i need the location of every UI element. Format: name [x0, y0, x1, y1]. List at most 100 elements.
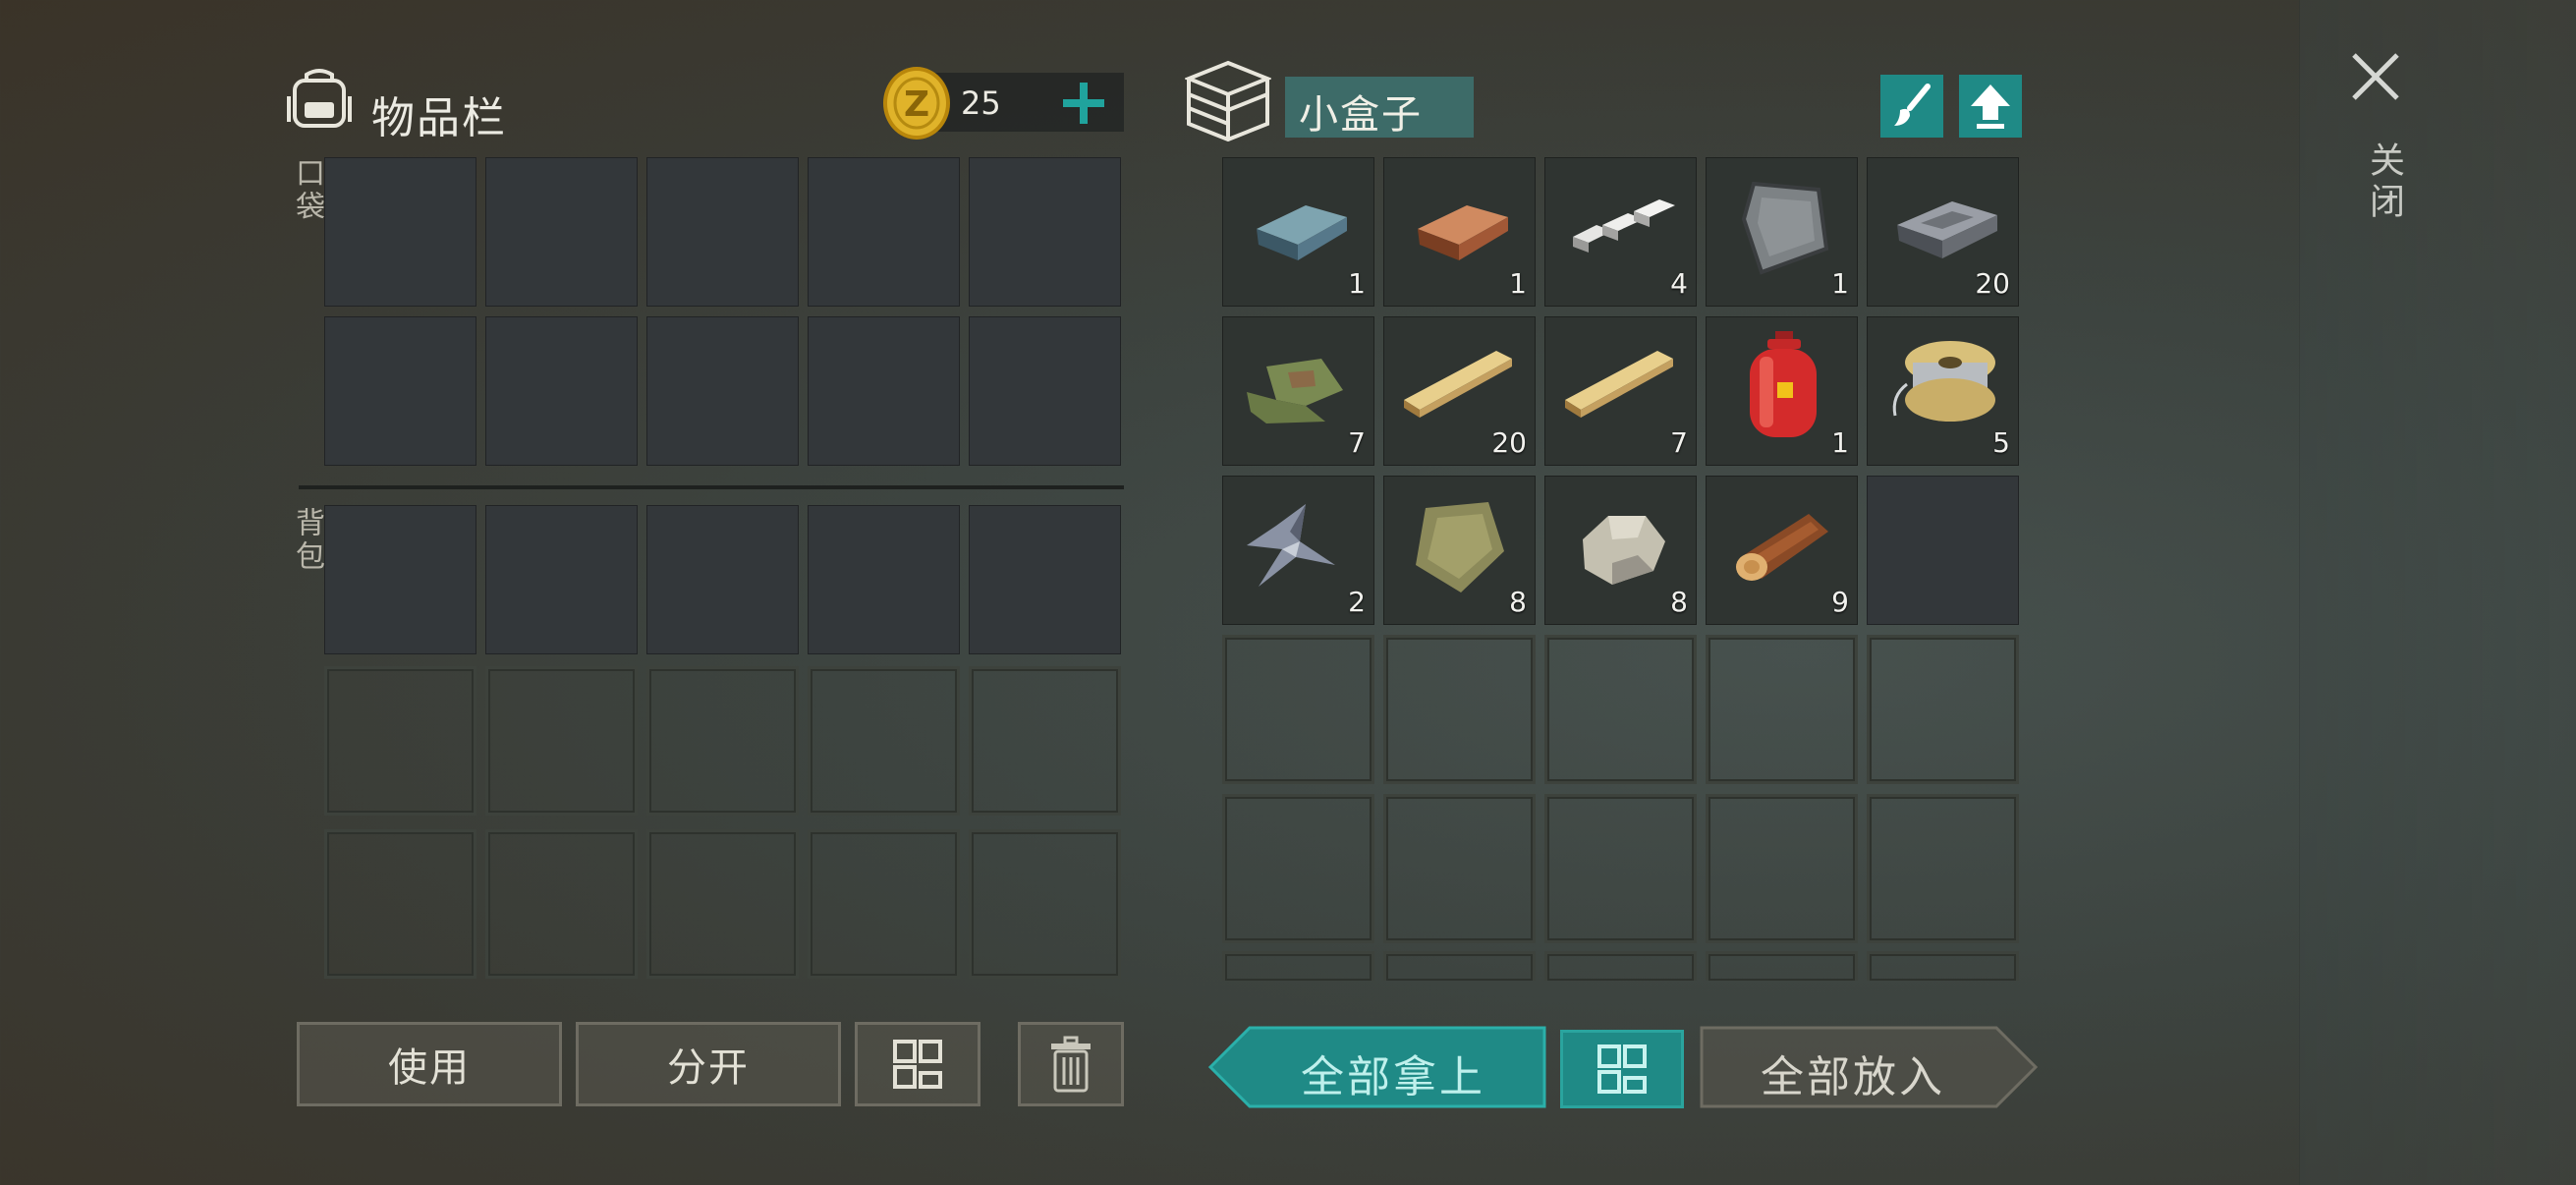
container-sort-button[interactable] — [1560, 1030, 1684, 1108]
pocket-slot[interactable] — [324, 157, 476, 307]
item-count: 7 — [1348, 426, 1366, 459]
locked-slot — [808, 829, 960, 979]
item-slot[interactable] — [1867, 476, 2019, 625]
pocket-slot[interactable] — [808, 316, 960, 466]
item-slot[interactable]: 1 — [1383, 157, 1536, 307]
pocket-slot[interactable] — [324, 316, 476, 466]
locked-slot — [969, 666, 1121, 816]
container-slot[interactable] — [1383, 794, 1536, 943]
item-count: 1 — [1509, 267, 1527, 300]
backpack-label: 背包 — [290, 507, 324, 574]
item-count: 7 — [1670, 426, 1688, 459]
trash-button[interactable] — [1018, 1022, 1124, 1106]
item-count: 8 — [1509, 586, 1527, 618]
container-slot[interactable] — [1544, 794, 1697, 943]
pocket-slot[interactable] — [485, 316, 638, 466]
grid-sort-icon — [1597, 1044, 1647, 1094]
close-label: 关闭 — [2364, 141, 2404, 224]
locked-slot — [324, 829, 476, 979]
container-slot[interactable] — [1383, 951, 1536, 981]
log-icon — [1736, 514, 1828, 581]
paint-button[interactable] — [1880, 75, 1943, 138]
item-count: 9 — [1831, 586, 1849, 618]
pocket-slot[interactable] — [969, 316, 1121, 466]
stone-icon — [1583, 516, 1665, 585]
item-slot[interactable]: 7 — [1222, 316, 1374, 466]
container-slot[interactable] — [1544, 635, 1697, 784]
pocket-slot[interactable] — [969, 157, 1121, 307]
container-slot[interactable] — [1222, 951, 1374, 981]
wood-plank-icon — [1565, 351, 1673, 418]
item-count: 1 — [1831, 426, 1849, 459]
container-slot[interactable] — [1867, 794, 2019, 943]
container-slot[interactable] — [1706, 794, 1858, 943]
item-count: 20 — [1491, 426, 1527, 459]
item-count: 20 — [1975, 267, 2010, 300]
copper-ingot-icon — [1418, 205, 1508, 260]
sort-button[interactable] — [855, 1022, 980, 1106]
container-slot[interactable] — [1706, 635, 1858, 784]
backpack-icon — [285, 67, 354, 130]
take-all-button[interactable]: 全部拿上 — [1206, 1026, 1548, 1108]
container-slot[interactable] — [1222, 794, 1374, 943]
tarp-cloth-icon — [1247, 359, 1343, 423]
container-slot[interactable] — [1544, 951, 1697, 981]
locked-slot — [808, 666, 960, 816]
item-slot[interactable]: 7 — [1544, 316, 1697, 466]
item-slot[interactable]: 1 — [1706, 316, 1858, 466]
container-slot[interactable] — [1867, 635, 2019, 784]
grid-sort-icon — [893, 1040, 942, 1089]
svg-text:Z: Z — [904, 85, 929, 125]
backpack-slot[interactable] — [808, 505, 960, 654]
put-all-label: 全部放入 — [1761, 1052, 1945, 1102]
metal-plate-icon — [1741, 181, 1829, 275]
backpack-slot[interactable] — [646, 505, 799, 654]
locked-slot — [485, 666, 638, 816]
item-count: 2 — [1348, 586, 1366, 618]
pocket-slot[interactable] — [646, 157, 799, 307]
item-slot[interactable]: 20 — [1383, 316, 1536, 466]
container-name-field[interactable]: 小盒子 — [1285, 77, 1474, 138]
backpack-slot[interactable] — [485, 505, 638, 654]
pocket-slot[interactable] — [808, 157, 960, 307]
side-panel — [2299, 0, 2576, 1185]
steel-ingot-icon — [1257, 205, 1347, 260]
close-button[interactable]: 关闭 — [2342, 49, 2411, 236]
item-slot[interactable]: 8 — [1383, 476, 1536, 625]
container-slot[interactable] — [1383, 635, 1536, 784]
aluminum-bars-icon — [1573, 199, 1675, 253]
item-slot[interactable]: 1 — [1706, 157, 1858, 307]
item-count: 1 — [1831, 267, 1849, 300]
pocket-slot[interactable] — [646, 316, 799, 466]
pocket-slot[interactable] — [485, 157, 638, 307]
item-slot[interactable]: 2 — [1222, 476, 1374, 625]
item-slot[interactable]: 8 — [1544, 476, 1697, 625]
arrow-up-icon — [1971, 85, 2010, 129]
close-icon — [2352, 53, 2399, 100]
take-all-label: 全部拿上 — [1301, 1052, 1485, 1102]
add-coins-plus-icon[interactable] — [1061, 81, 1106, 126]
backpack-slot[interactable] — [969, 505, 1121, 654]
locked-slot — [646, 829, 799, 979]
item-count: 1 — [1348, 267, 1366, 300]
item-count: 5 — [1992, 426, 2010, 459]
trash-icon — [1051, 1036, 1091, 1093]
split-button[interactable]: 分开 — [576, 1022, 841, 1106]
backpack-slot[interactable] — [324, 505, 476, 654]
item-slot[interactable]: 4 — [1544, 157, 1697, 307]
locked-slot — [485, 829, 638, 979]
box-icon — [1183, 59, 1273, 142]
section-divider — [299, 485, 1124, 489]
use-button[interactable]: 使用 — [297, 1022, 562, 1106]
item-slot[interactable]: 1 — [1222, 157, 1374, 307]
coin-count: 25 — [961, 85, 1001, 122]
container-slot[interactable] — [1222, 635, 1374, 784]
item-slot[interactable]: 5 — [1867, 316, 2019, 466]
item-slot[interactable]: 20 — [1867, 157, 2019, 307]
item-slot[interactable]: 9 — [1706, 476, 1858, 625]
upload-button[interactable] — [1959, 75, 2022, 138]
put-all-button[interactable]: 全部放入 — [1698, 1026, 2040, 1108]
container-slot[interactable] — [1706, 951, 1858, 981]
container-slot[interactable] — [1867, 951, 2019, 981]
locked-slot — [969, 829, 1121, 979]
